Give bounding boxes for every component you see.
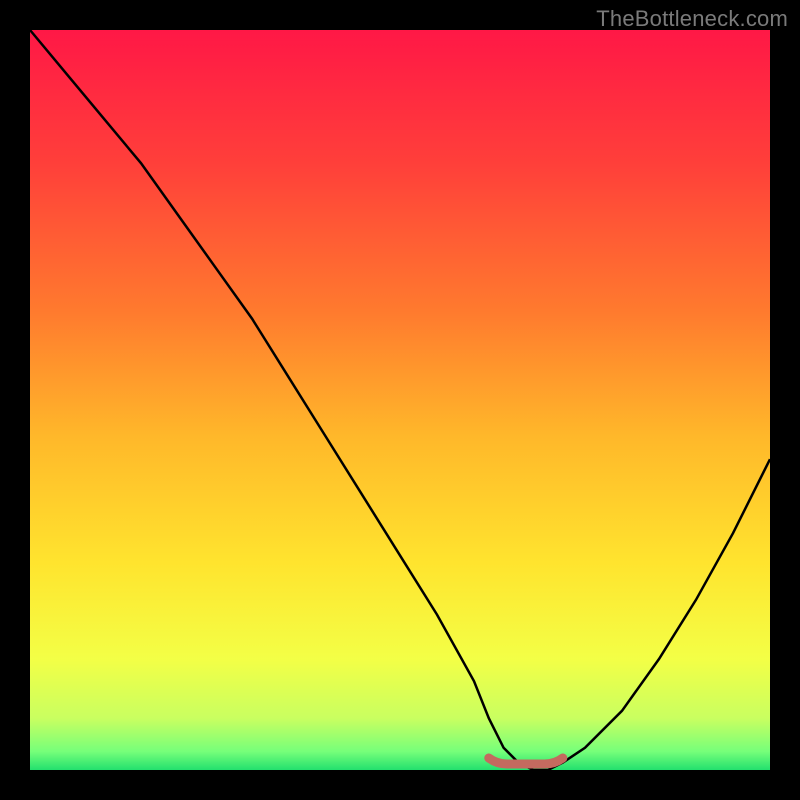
chart-svg bbox=[0, 0, 800, 800]
chart-canvas: { "watermark": "TheBottleneck.com", "cha… bbox=[0, 0, 800, 800]
watermark-text: TheBottleneck.com bbox=[596, 6, 788, 32]
